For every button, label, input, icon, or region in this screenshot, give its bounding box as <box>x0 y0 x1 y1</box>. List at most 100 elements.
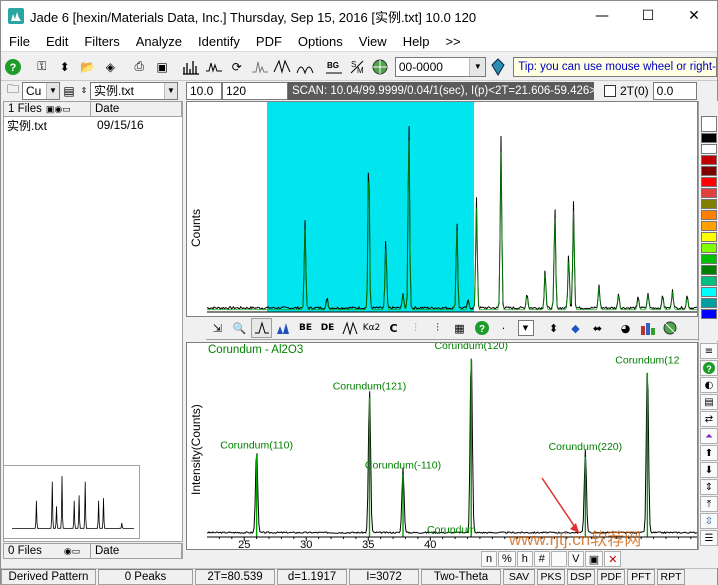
pdf-number-combo[interactable]: 00-0000 ▼ <box>394 56 487 77</box>
date-header[interactable]: Date <box>91 102 182 116</box>
spread-icon[interactable]: ⇕ <box>700 479 718 495</box>
kalpha-icon[interactable] <box>272 56 294 78</box>
menu-edit[interactable]: Edit <box>38 34 76 49</box>
blue-peaks-icon[interactable] <box>273 318 294 338</box>
tab-pft[interactable]: PFT <box>627 569 655 585</box>
refresh-icon[interactable]: ⟳ <box>226 56 248 78</box>
crystal-icon[interactable] <box>487 56 509 78</box>
twotheta-input[interactable]: 0.0 <box>652 81 697 100</box>
date2-header[interactable]: Date <box>91 544 182 558</box>
pie-icon[interactable]: ◕ <box>615 318 636 338</box>
background-icon[interactable]: BG <box>323 56 345 78</box>
files-count-header[interactable]: 1 Files ▣◉▭ <box>4 102 91 116</box>
swatch-blue[interactable] <box>701 309 717 319</box>
globe2-icon[interactable] <box>659 318 680 338</box>
menu-analyze[interactable]: Analyze <box>128 34 190 49</box>
arrow-down-icon[interactable]: ⬇ <box>700 462 718 478</box>
swatch-red[interactable] <box>701 155 717 165</box>
updown2-icon[interactable]: ⬍ <box>543 318 564 338</box>
shift-up-icon[interactable]: ⤒ <box>700 496 718 512</box>
menu-identify[interactable]: Identify <box>190 34 248 49</box>
twotheta-checkbox[interactable] <box>604 84 616 97</box>
menu-file[interactable]: File <box>1 34 38 49</box>
file-combo[interactable]: 实例.txt ▼ <box>90 81 178 100</box>
swatch-green[interactable] <box>701 254 717 264</box>
window-icon[interactable]: ▣ <box>584 551 604 567</box>
menu-filters[interactable]: Filters <box>76 34 127 49</box>
key-icon[interactable]: ⚿ <box>31 56 53 78</box>
globe-icon[interactable] <box>369 56 391 78</box>
zoom-icon[interactable]: 🔍 <box>229 318 250 338</box>
bottom-phase-plot[interactable]: Corundum(110) Corundum(121) Corundum(-110)… <box>186 340 698 551</box>
swatch-yellow[interactable] <box>701 232 717 242</box>
grey-bars-icon[interactable]: ⫶ <box>405 318 426 338</box>
color-bars-icon[interactable] <box>637 318 658 338</box>
file-row[interactable]: 实例.txt 09/15/16 <box>4 117 182 133</box>
calibrate-icon[interactable]: C <box>383 318 404 338</box>
bars-icon[interactable]: ⫶ <box>427 318 448 338</box>
swatch-amber[interactable] <box>701 221 717 231</box>
swatch-olive[interactable] <box>701 199 717 209</box>
be-icon[interactable]: BE <box>295 318 316 338</box>
chevron-down-icon[interactable]: ▼ <box>46 82 59 99</box>
tool-percent[interactable]: % <box>498 551 516 567</box>
blue-updown-icon[interactable]: ⇳ <box>700 513 718 529</box>
menu-pdf[interactable]: PDF <box>248 34 290 49</box>
menu-more[interactable]: >> <box>437 34 468 49</box>
pattern-thumbnail[interactable] <box>3 465 140 539</box>
list-icon[interactable]: ▤ <box>61 82 77 100</box>
tab-pks[interactable]: PKS <box>537 569 565 585</box>
tool-hash[interactable]: # <box>533 551 550 567</box>
de-icon[interactable]: DE <box>317 318 338 338</box>
tool-blank[interactable] <box>550 551 567 567</box>
overlay-icon[interactable] <box>339 318 360 338</box>
updown-icon[interactable]: ⬍ <box>54 56 76 78</box>
tool-h[interactable]: h <box>516 551 533 567</box>
help2-icon[interactable]: ? <box>471 318 492 338</box>
element-combo[interactable]: Cu ▼ <box>22 81 60 100</box>
scroll-icon[interactable]: ≡ <box>700 343 718 359</box>
shift-icon[interactable]: ⬌ <box>587 318 608 338</box>
swatch-white[interactable] <box>701 116 717 132</box>
swatch-white2[interactable] <box>701 144 717 154</box>
help-icon[interactable]: ? <box>2 56 24 78</box>
range-start-input[interactable]: 10.0 <box>186 81 222 100</box>
help3-icon[interactable]: ? <box>700 360 718 376</box>
tab-sav[interactable]: SAV <box>503 569 535 585</box>
swatch-darkgreen[interactable] <box>701 265 717 275</box>
tool-v[interactable]: V <box>567 551 584 567</box>
swatch-red2[interactable] <box>701 188 717 198</box>
tab-pdf[interactable]: PDF <box>597 569 625 585</box>
cursor-icon[interactable]: ⇲ <box>207 318 228 338</box>
folder-icon[interactable]: 🗀 <box>4 82 22 100</box>
close-icon[interactable]: ✕ <box>671 1 717 31</box>
swatch-teal[interactable] <box>701 276 717 286</box>
menu-options[interactable]: Options <box>290 34 351 49</box>
ka2-icon[interactable]: Kα2 <box>361 318 382 338</box>
close-x-icon[interactable]: ✕ <box>604 551 622 567</box>
menu-view[interactable]: View <box>351 34 395 49</box>
range-end-input[interactable]: 120 <box>222 81 288 100</box>
swatch-lime[interactable] <box>701 243 717 253</box>
print-icon[interactable]: ⎙ <box>128 56 150 78</box>
swatch-maroon[interactable] <box>701 166 717 176</box>
maximize-icon[interactable]: ☐ <box>625 1 671 31</box>
menu-help[interactable]: Help <box>395 34 438 49</box>
chevron-down-icon[interactable]: ▼ <box>469 57 486 76</box>
grid-icon[interactable]: ▦ <box>449 318 470 338</box>
tab-dsp[interactable]: DSP <box>567 569 595 585</box>
fit-icon[interactable] <box>294 56 316 78</box>
fill-icon[interactable]: ◐ <box>700 377 718 393</box>
files2-count-header[interactable]: 0 Files ◉▭ <box>4 544 91 558</box>
swatch-cyan[interactable] <box>701 287 717 297</box>
eraser-icon[interactable]: ◈ <box>99 56 121 78</box>
minimize-icon[interactable]: — <box>579 1 625 31</box>
spin-icon[interactable]: ⇕ <box>78 82 90 100</box>
peak-icon[interactable] <box>249 56 271 78</box>
smooth-icon[interactable] <box>203 56 225 78</box>
swatch-bright-red[interactable] <box>701 177 717 187</box>
exchange-icon[interactable]: ⇄ <box>700 411 718 427</box>
select-box-icon[interactable]: ▼ <box>515 318 536 338</box>
arrow-up-icon[interactable]: ⬆ <box>700 445 718 461</box>
top-pattern-plot[interactable]: Counts <box>186 101 698 317</box>
